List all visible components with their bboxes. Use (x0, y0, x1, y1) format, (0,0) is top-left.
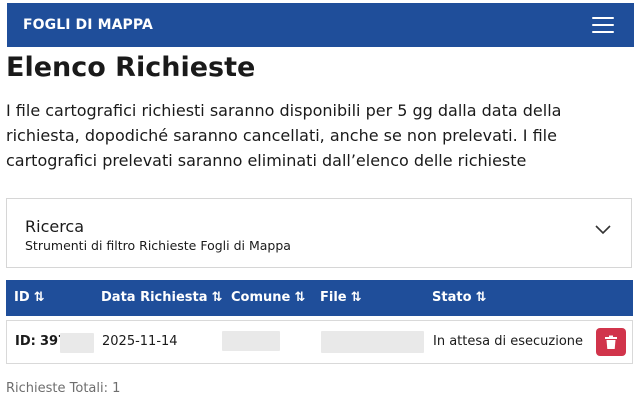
search-panel[interactable]: Ricerca Strumenti di filtro Richieste Fo… (6, 198, 632, 268)
trash-icon (605, 335, 617, 349)
cell-data-richiesta: 2025-11-14 (102, 334, 178, 349)
search-title: Ricerca (25, 217, 85, 236)
sort-icon[interactable]: ⇅ (294, 290, 305, 305)
sort-icon[interactable]: ⇅ (34, 290, 45, 305)
redacted-file (321, 331, 424, 353)
table-row: ID: 397 2025-11-14 In attesa di esecuzio… (6, 320, 633, 364)
sort-icon[interactable]: ⇅ (212, 290, 223, 305)
hamburger-icon[interactable] (592, 17, 614, 33)
sort-icon[interactable]: ⇅ (476, 290, 487, 305)
delete-button[interactable] (596, 328, 626, 356)
top-navbar: FOGLI DI MAPPA (7, 3, 634, 47)
page-title: Elenco Richieste (6, 52, 256, 83)
column-header-file[interactable]: File ⇅ (320, 280, 362, 316)
column-header-data-richiesta[interactable]: Data Richiesta ⇅ (101, 280, 222, 316)
column-header-comune[interactable]: Comune ⇅ (231, 280, 305, 316)
search-subtitle: Strumenti di filtro Richieste Fogli di M… (25, 238, 291, 253)
redacted-comune (222, 331, 280, 351)
intro-text: I file cartografici richiesti saranno di… (6, 101, 562, 170)
sort-icon[interactable]: ⇅ (351, 290, 362, 305)
id-label: ID: (15, 334, 36, 349)
column-header-stato[interactable]: Stato ⇅ (432, 280, 486, 316)
total-requests: Richieste Totali: 1 (6, 381, 121, 396)
brand-title[interactable]: FOGLI DI MAPPA (23, 17, 153, 33)
cell-stato: In attesa di esecuzione (433, 334, 584, 349)
redacted-id (60, 333, 94, 353)
table-header: ID ⇅ Data Richiesta ⇅ Comune ⇅ File ⇅ Stato ⇅ (6, 280, 633, 316)
requests-table: ID ⇅ Data Richiesta ⇅ Comune ⇅ File ⇅ Stato ⇅… (6, 280, 633, 364)
chevron-down-icon[interactable] (595, 225, 611, 235)
column-header-id[interactable]: ID ⇅ (14, 280, 45, 316)
